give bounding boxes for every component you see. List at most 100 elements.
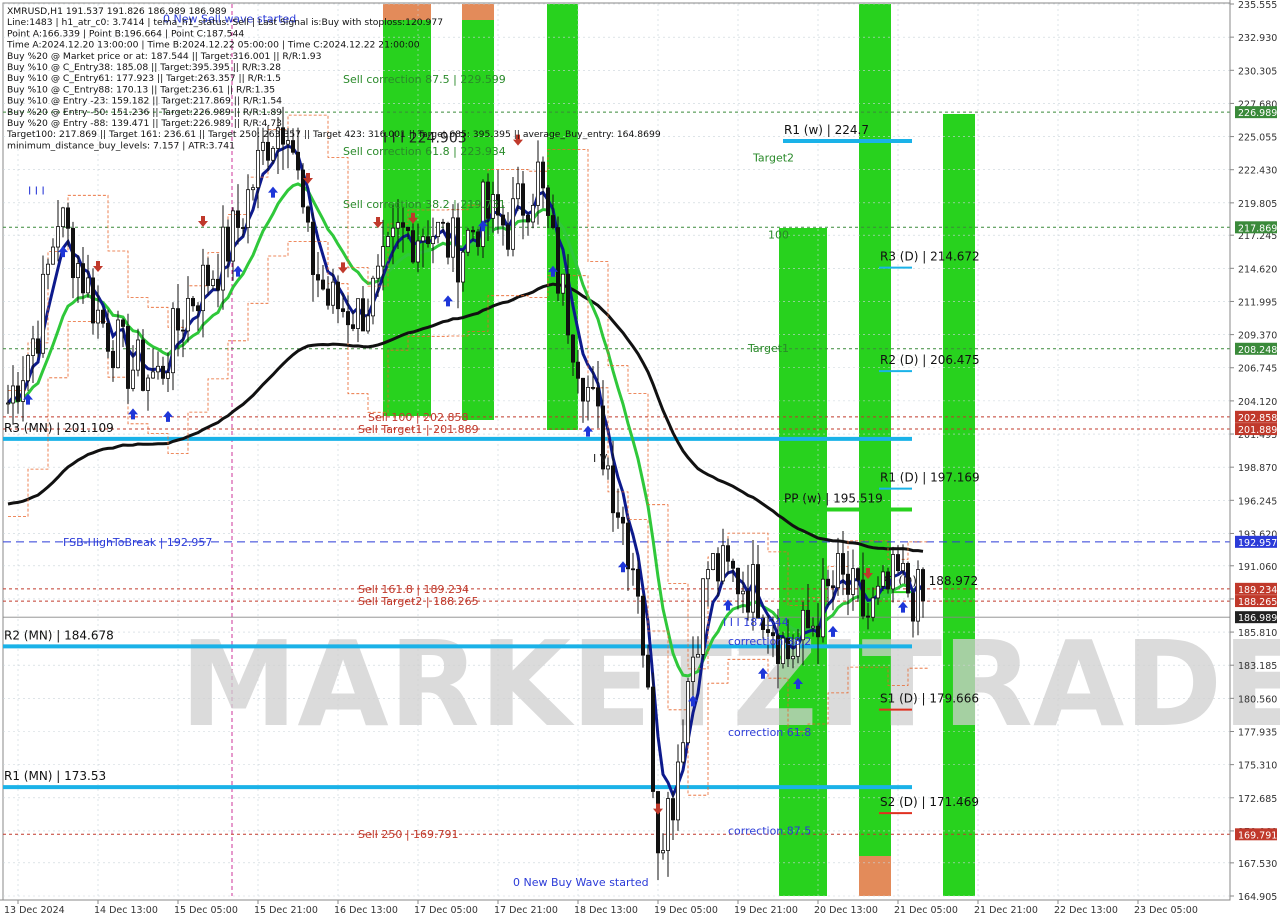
x-tick-label-7: 18 Dec 13:00	[574, 905, 638, 916]
candle-body	[916, 569, 921, 622]
candle-body	[736, 567, 741, 595]
signal-zone-5	[779, 228, 827, 896]
chart-canvas[interactable]: MARKETZITRADE R3 (MN) | 201.109R2 (MN) |…	[0, 0, 1280, 920]
candle-body	[41, 273, 46, 354]
y-tick-label-24: 172.685	[1238, 794, 1277, 805]
candle-body	[180, 329, 185, 332]
candle-body	[871, 597, 876, 618]
candle-body	[225, 226, 230, 262]
candle-body	[521, 183, 526, 216]
candle-body	[205, 264, 210, 286]
candle-body	[891, 554, 896, 590]
candle-body	[706, 569, 711, 580]
y-tick-label-26: 167.530	[1238, 859, 1277, 870]
y-tick-label-27: 164.905	[1238, 892, 1277, 903]
x-tick-label-3: 15 Dec 21:00	[254, 905, 318, 916]
candle-body	[721, 545, 726, 582]
candle-body	[30, 338, 35, 356]
candle-body	[15, 385, 20, 402]
x-tick-label-1: 14 Dec 13:00	[94, 905, 158, 916]
candle-body	[305, 206, 310, 223]
candle-body	[681, 742, 686, 763]
annotation-14: Sell 250 | 169.791	[358, 828, 459, 841]
y-tick-label-11: 206.745	[1238, 364, 1277, 375]
candle-body	[360, 298, 365, 332]
candle-body	[315, 274, 320, 281]
signal-zone-3	[462, 4, 494, 20]
candle-body	[716, 553, 721, 582]
annotation-13: correction 61.8	[728, 726, 811, 739]
candle-body	[335, 281, 340, 310]
y-tick-label-5: 222.430	[1238, 166, 1277, 177]
candle-body	[886, 571, 891, 590]
x-tick-label-0: 13 Dec 2024	[4, 905, 65, 916]
annotation-16: 0 New Buy Wave started	[513, 876, 649, 889]
y-tick-label-6: 219.805	[1238, 199, 1277, 210]
candle-body	[51, 246, 56, 265]
y-tick-label-20: 183.185	[1238, 661, 1277, 672]
candle-body	[170, 308, 175, 374]
price-tag-label-4: 201.889	[1238, 425, 1277, 436]
candle-body	[876, 585, 881, 599]
price-tag-label-2: 208.248	[1238, 345, 1277, 356]
candle-body	[295, 151, 300, 171]
candle-body	[340, 308, 345, 312]
candle-body	[36, 338, 41, 354]
candle-body	[385, 236, 390, 247]
x-tick-label-10: 20 Dec 13:00	[814, 905, 878, 916]
chart-window[interactable]: MARKETZITRADE R3 (MN) | 201.109 R2 (MN) |…	[0, 0, 1280, 920]
candle-body	[135, 339, 140, 371]
price-tag-label-9: 169.791	[1238, 830, 1277, 841]
candle-body	[831, 585, 836, 589]
info-line-12: minimum_distance_buy_levels: 7.157 | ATR…	[7, 140, 235, 151]
candle-body	[766, 629, 771, 634]
candle-body	[165, 372, 170, 379]
candle-body	[375, 265, 380, 279]
candle-body	[581, 377, 586, 402]
annotation-4: Sell correction 38.2 | 219.731	[343, 198, 506, 211]
candle-body	[821, 578, 826, 638]
candle-body	[751, 564, 756, 613]
candle-body	[106, 322, 111, 352]
price-tag-label-0: 226.989	[1238, 108, 1277, 119]
candle-body	[415, 240, 420, 263]
candle-body	[806, 609, 811, 629]
x-tick-label-12: 21 Dec 21:00	[974, 905, 1038, 916]
candle-body	[330, 281, 335, 306]
y-tick-label-19: 185.810	[1238, 628, 1277, 639]
candle-body	[561, 273, 566, 294]
candle-body	[791, 655, 796, 660]
candle-body	[500, 214, 505, 226]
price-tag-label-6: 189.234	[1238, 585, 1277, 596]
info-line-10: Buy %20 @ Entry -88: 139.471 || Target:2…	[7, 118, 282, 129]
candle-body	[325, 288, 330, 306]
candle-body	[651, 686, 656, 792]
info-line-1: Line:1483 | h1_atr_c0: 3.7414 | tema_h1_…	[7, 17, 443, 28]
candle-body	[726, 545, 731, 562]
candle-body	[145, 377, 150, 391]
candle-body	[921, 569, 926, 602]
candle-body	[911, 592, 916, 622]
level-label-5: R3 (D) | 214.672	[880, 250, 980, 264]
candle-body	[10, 385, 15, 404]
annotation-1: Sell correction 87.5 | 229.599	[343, 73, 506, 86]
level-label-9: S1 (D) | 179.666	[880, 692, 979, 706]
candle-body	[571, 334, 576, 363]
x-tick-label-14: 23 Dec 05:00	[1134, 905, 1198, 916]
x-tick-label-2: 15 Dec 05:00	[174, 905, 238, 916]
candle-body	[851, 568, 856, 595]
candle-body	[250, 187, 255, 191]
candle-body	[861, 579, 866, 617]
candle-body	[260, 141, 265, 151]
annotation-12: correction 38.2	[728, 635, 811, 648]
candle-body	[380, 246, 385, 267]
candle-body	[245, 189, 250, 228]
candle-body	[400, 222, 405, 228]
info-line-5: Buy %10 @ C_Entry38: 185.08 || Target:39…	[7, 62, 281, 73]
candle-body	[410, 230, 415, 263]
signal-zone-8	[943, 114, 975, 896]
candle-body	[676, 761, 681, 821]
info-line-11: Target100: 217.869 || Target 161: 236.61…	[6, 129, 661, 140]
price-tag-label-8: 186.989	[1238, 613, 1277, 624]
candle-body	[611, 465, 616, 514]
